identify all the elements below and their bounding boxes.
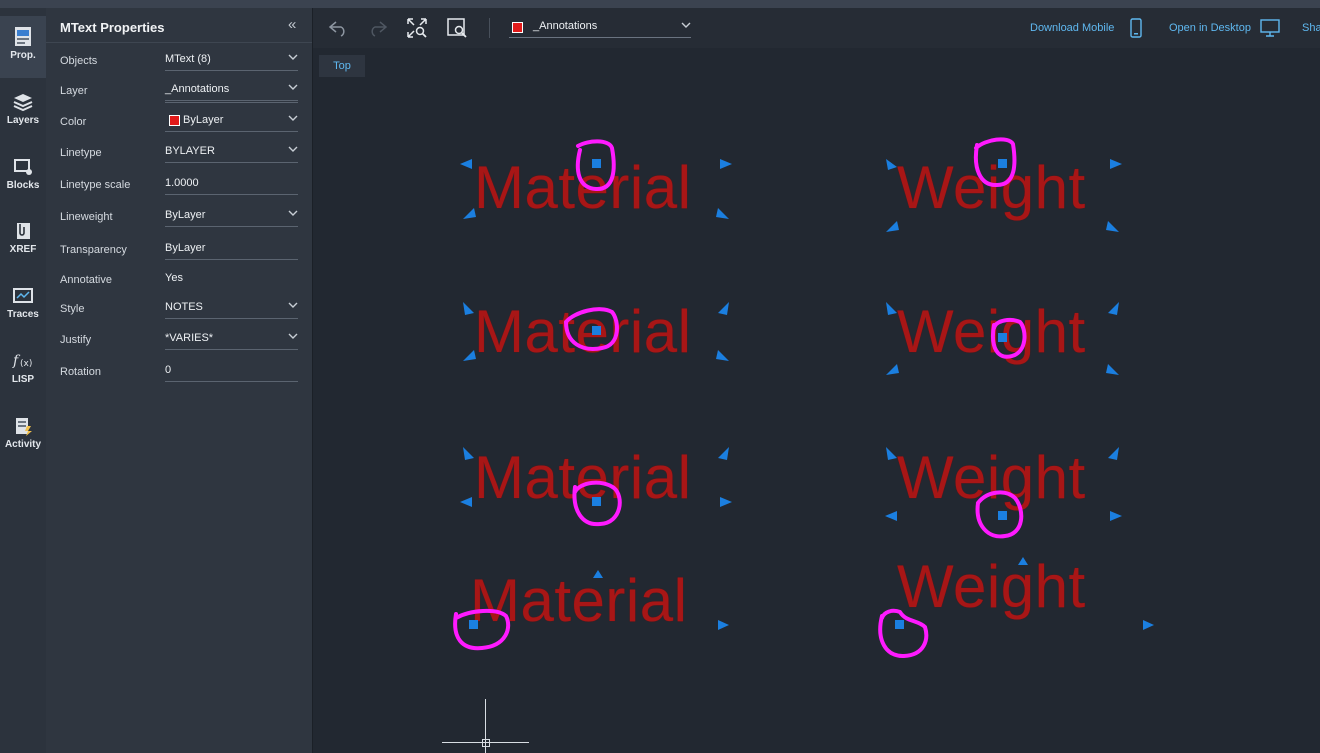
base-grip: [998, 159, 1007, 168]
base-grip: [469, 620, 478, 629]
grip-arrow: [463, 302, 474, 315]
highlight-circle: [991, 318, 1027, 359]
grip-arrow: [1143, 620, 1154, 630]
grip-arrow: [1110, 159, 1122, 169]
grip-arrow: [718, 302, 729, 315]
grip-arrow: [886, 221, 899, 232]
grip-arrow: [1106, 364, 1119, 375]
highlight-circle: [564, 307, 619, 351]
highlight-circle: [453, 609, 511, 651]
grip-arrow: [720, 497, 732, 507]
grip-arrow: [1108, 302, 1119, 315]
grip-arrow: [716, 350, 729, 361]
grip-arrow: [886, 447, 897, 460]
grip-arrow: [886, 159, 897, 170]
grip-arrow: [463, 350, 476, 361]
grip-arrow: [716, 208, 729, 219]
grip-arrow: [460, 159, 472, 169]
selection-overlay: [453, 137, 1154, 658]
base-grip: [592, 159, 601, 168]
grip-arrow: [885, 511, 897, 521]
grip-arrow: [1106, 221, 1119, 232]
grip-arrow: [460, 497, 472, 507]
grip-arrow: [886, 364, 899, 375]
ucs-crosshair-box: [482, 739, 490, 747]
grip-arrow: [718, 620, 729, 630]
highlight-circle: [974, 137, 1017, 187]
grip-arrow: [1018, 557, 1028, 565]
grip-arrow: [720, 159, 732, 169]
grip-arrow: [463, 208, 476, 219]
grip-arrow: [593, 570, 603, 578]
grip-arrow: [463, 447, 474, 460]
base-grip: [895, 620, 904, 629]
grip-arrow: [1110, 511, 1122, 521]
grip-arrow: [886, 302, 897, 315]
base-grip: [592, 326, 601, 335]
highlight-circle: [878, 608, 929, 658]
grip-arrow: [1108, 447, 1119, 460]
base-grip: [998, 511, 1007, 520]
grip-arrow: [718, 447, 729, 460]
base-grip: [998, 333, 1007, 342]
base-grip: [592, 497, 601, 506]
